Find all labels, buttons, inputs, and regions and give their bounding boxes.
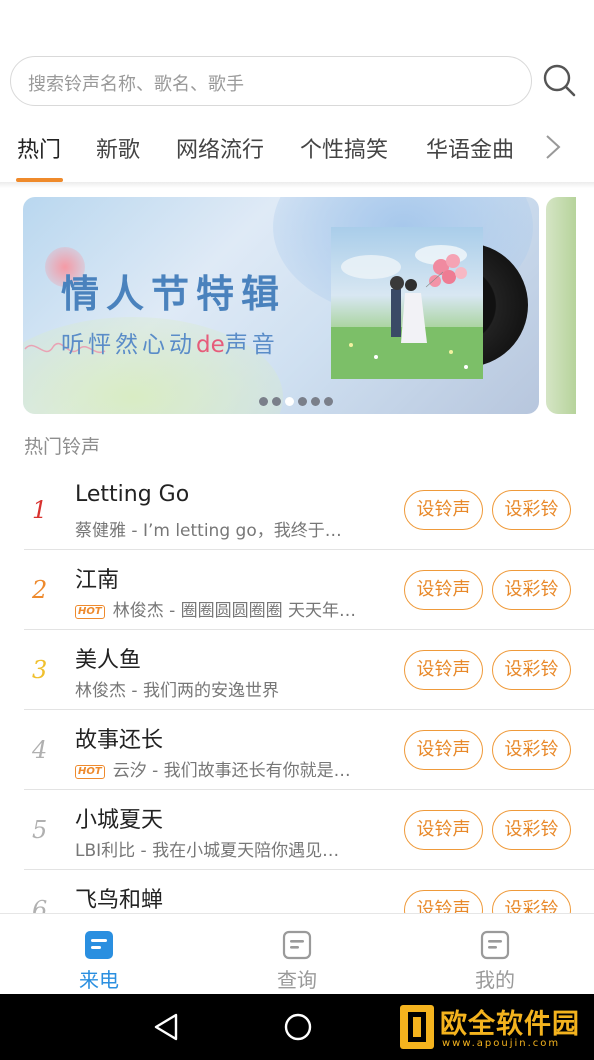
set-color-ringtone-button[interactable]: 设彩铃: [492, 730, 571, 770]
album-cover-image: [331, 227, 483, 379]
search-icon[interactable]: [541, 62, 577, 98]
banner-subtitle-post: 声音: [224, 332, 279, 358]
song-title: 江南: [75, 568, 120, 593]
song-title: 美人鱼: [75, 648, 142, 673]
nav-item-incoming-call[interactable]: 来电: [39, 914, 159, 995]
banner-dot[interactable]: [311, 397, 320, 406]
promo-banner[interactable]: 情人节特辑 听怦然心动de声音: [23, 197, 539, 414]
song-title: Letting Go: [75, 482, 190, 507]
document-icon: [480, 930, 510, 960]
document-icon: [85, 931, 113, 959]
couple-illustration: [331, 245, 483, 379]
set-ringtone-button[interactable]: 设铃声: [404, 730, 483, 770]
list-item[interactable]: 3 美人鱼 林俊杰 - 我们两的安逸世界 设铃声 设彩铃: [0, 630, 594, 710]
search-placeholder: 搜索铃声名称、歌名、歌手: [28, 74, 244, 95]
list-item[interactable]: 5 小城夏天 LBI利比 - 我在小城夏天陪你遇见… 设铃声 设彩铃: [0, 790, 594, 870]
tab-chinese-classics[interactable]: 华语金曲: [426, 132, 514, 164]
banner-dot[interactable]: [298, 397, 307, 406]
tab-new-songs[interactable]: 新歌: [96, 132, 140, 164]
watermark-logo-icon: [400, 1005, 434, 1049]
search-bar: 搜索铃声名称、歌名、歌手: [0, 56, 594, 108]
banner-dot[interactable]: [272, 397, 281, 406]
list-item[interactable]: 1 Letting Go 蔡健雅 - I’m letting go，我终于… 设…: [0, 470, 594, 550]
set-ringtone-button[interactable]: 设铃声: [404, 570, 483, 610]
back-icon[interactable]: [152, 1012, 180, 1042]
rank-number: 1: [32, 496, 48, 524]
set-color-ringtone-button[interactable]: 设彩铃: [492, 890, 571, 913]
banner-subtitle: 听怦然心动de声音: [61, 325, 279, 359]
banner-dot[interactable]: [285, 397, 294, 406]
tab-hot[interactable]: 热门: [17, 132, 61, 164]
tab-funny[interactable]: 个性搞笑: [300, 132, 388, 164]
song-subtitle: 蔡健雅 - I’m letting go，我终于…: [75, 516, 393, 541]
banner-pagination: [259, 397, 339, 409]
song-subtitle: HOT 云汐 - 我们故事还长有你就是…: [75, 756, 393, 781]
tab-internet-popular[interactable]: 网络流行: [176, 132, 264, 164]
nav-item-mine[interactable]: 我的: [435, 914, 555, 995]
ringtone-list: 1 Letting Go 蔡健雅 - I’m letting go，我终于… 设…: [0, 470, 594, 913]
document-icon: [282, 930, 312, 960]
song-subtitle: LBI利比 - 我在小城夏天陪你遇见…: [75, 836, 393, 861]
banner-subtitle-pre: 听怦然心动: [61, 332, 196, 358]
banner-subtitle-de: de: [196, 332, 225, 358]
list-item[interactable]: 4 故事还长 HOT 云汐 - 我们故事还长有你就是… 设铃声 设彩铃: [0, 710, 594, 790]
set-ringtone-button[interactable]: 设铃声: [404, 890, 483, 913]
rank-number: 5: [32, 816, 48, 844]
chevron-right-icon[interactable]: [540, 132, 566, 162]
system-navigation-bar: 欧全软件园 www.apoujin.com: [0, 994, 594, 1060]
set-color-ringtone-button[interactable]: 设彩铃: [492, 490, 571, 530]
watermark-url: www.apoujin.com: [442, 1038, 561, 1049]
set-color-ringtone-button[interactable]: 设彩铃: [492, 570, 571, 610]
nav-label: 来电: [79, 968, 119, 992]
next-banner-preview[interactable]: [546, 197, 576, 414]
rank-number: 4: [32, 736, 48, 764]
banner-title: 情人节特辑: [61, 271, 287, 316]
list-item[interactable]: 6 飞鸟和蝉 设铃声 设彩铃: [0, 870, 594, 913]
section-title: 热门铃声: [24, 436, 101, 458]
song-subtitle: HOT 林俊杰 - 圈圈圆圆圈圈 天天年…: [75, 596, 393, 621]
song-subtitle-text: 林俊杰 - 圈圈圆圆圈圈 天天年…: [112, 601, 357, 621]
song-subtitle-text: 林俊杰 - 我们两的安逸世界: [75, 681, 279, 701]
song-title: 小城夏天: [75, 808, 164, 833]
list-item[interactable]: 2 江南 HOT 林俊杰 - 圈圈圆圆圈圈 天天年… 设铃声 设彩铃: [0, 550, 594, 630]
song-title: 故事还长: [75, 728, 164, 753]
banner-dot[interactable]: [259, 397, 268, 406]
song-subtitle-text: LBI利比 - 我在小城夏天陪你遇见…: [75, 841, 340, 861]
rank-number: 3: [32, 656, 48, 684]
bottom-navigation: 来电 查询 我的: [0, 913, 594, 994]
nav-item-query[interactable]: 查询: [237, 914, 357, 995]
home-icon[interactable]: [284, 1013, 312, 1041]
hot-badge: HOT: [75, 605, 105, 619]
set-ringtone-button[interactable]: 设铃声: [404, 490, 483, 530]
banner-dot[interactable]: [324, 397, 333, 406]
rank-number: 6: [32, 896, 48, 913]
hot-badge: HOT: [75, 765, 105, 779]
category-tabs: 热门 新歌 网络流行 个性搞笑 华语金曲: [0, 118, 594, 184]
song-title: 飞鸟和蝉: [75, 888, 164, 913]
set-color-ringtone-button[interactable]: 设彩铃: [492, 810, 571, 850]
tabs-divider: [0, 182, 594, 188]
song-subtitle-text: 蔡健雅 - I’m letting go，我终于…: [75, 521, 342, 541]
set-color-ringtone-button[interactable]: 设彩铃: [492, 650, 571, 690]
watermark: 欧全软件园 www.apoujin.com: [396, 994, 594, 1060]
song-subtitle: 林俊杰 - 我们两的安逸世界: [75, 676, 393, 701]
nav-label: 查询: [277, 968, 317, 992]
set-ringtone-button[interactable]: 设铃声: [404, 650, 483, 690]
song-subtitle-text: 云汐 - 我们故事还长有你就是…: [112, 761, 351, 781]
rank-number: 2: [32, 576, 48, 604]
set-ringtone-button[interactable]: 设铃声: [404, 810, 483, 850]
watermark-text: 欧全软件园: [440, 1009, 580, 1040]
search-input[interactable]: 搜索铃声名称、歌名、歌手: [10, 56, 532, 106]
nav-label: 我的: [475, 968, 515, 992]
